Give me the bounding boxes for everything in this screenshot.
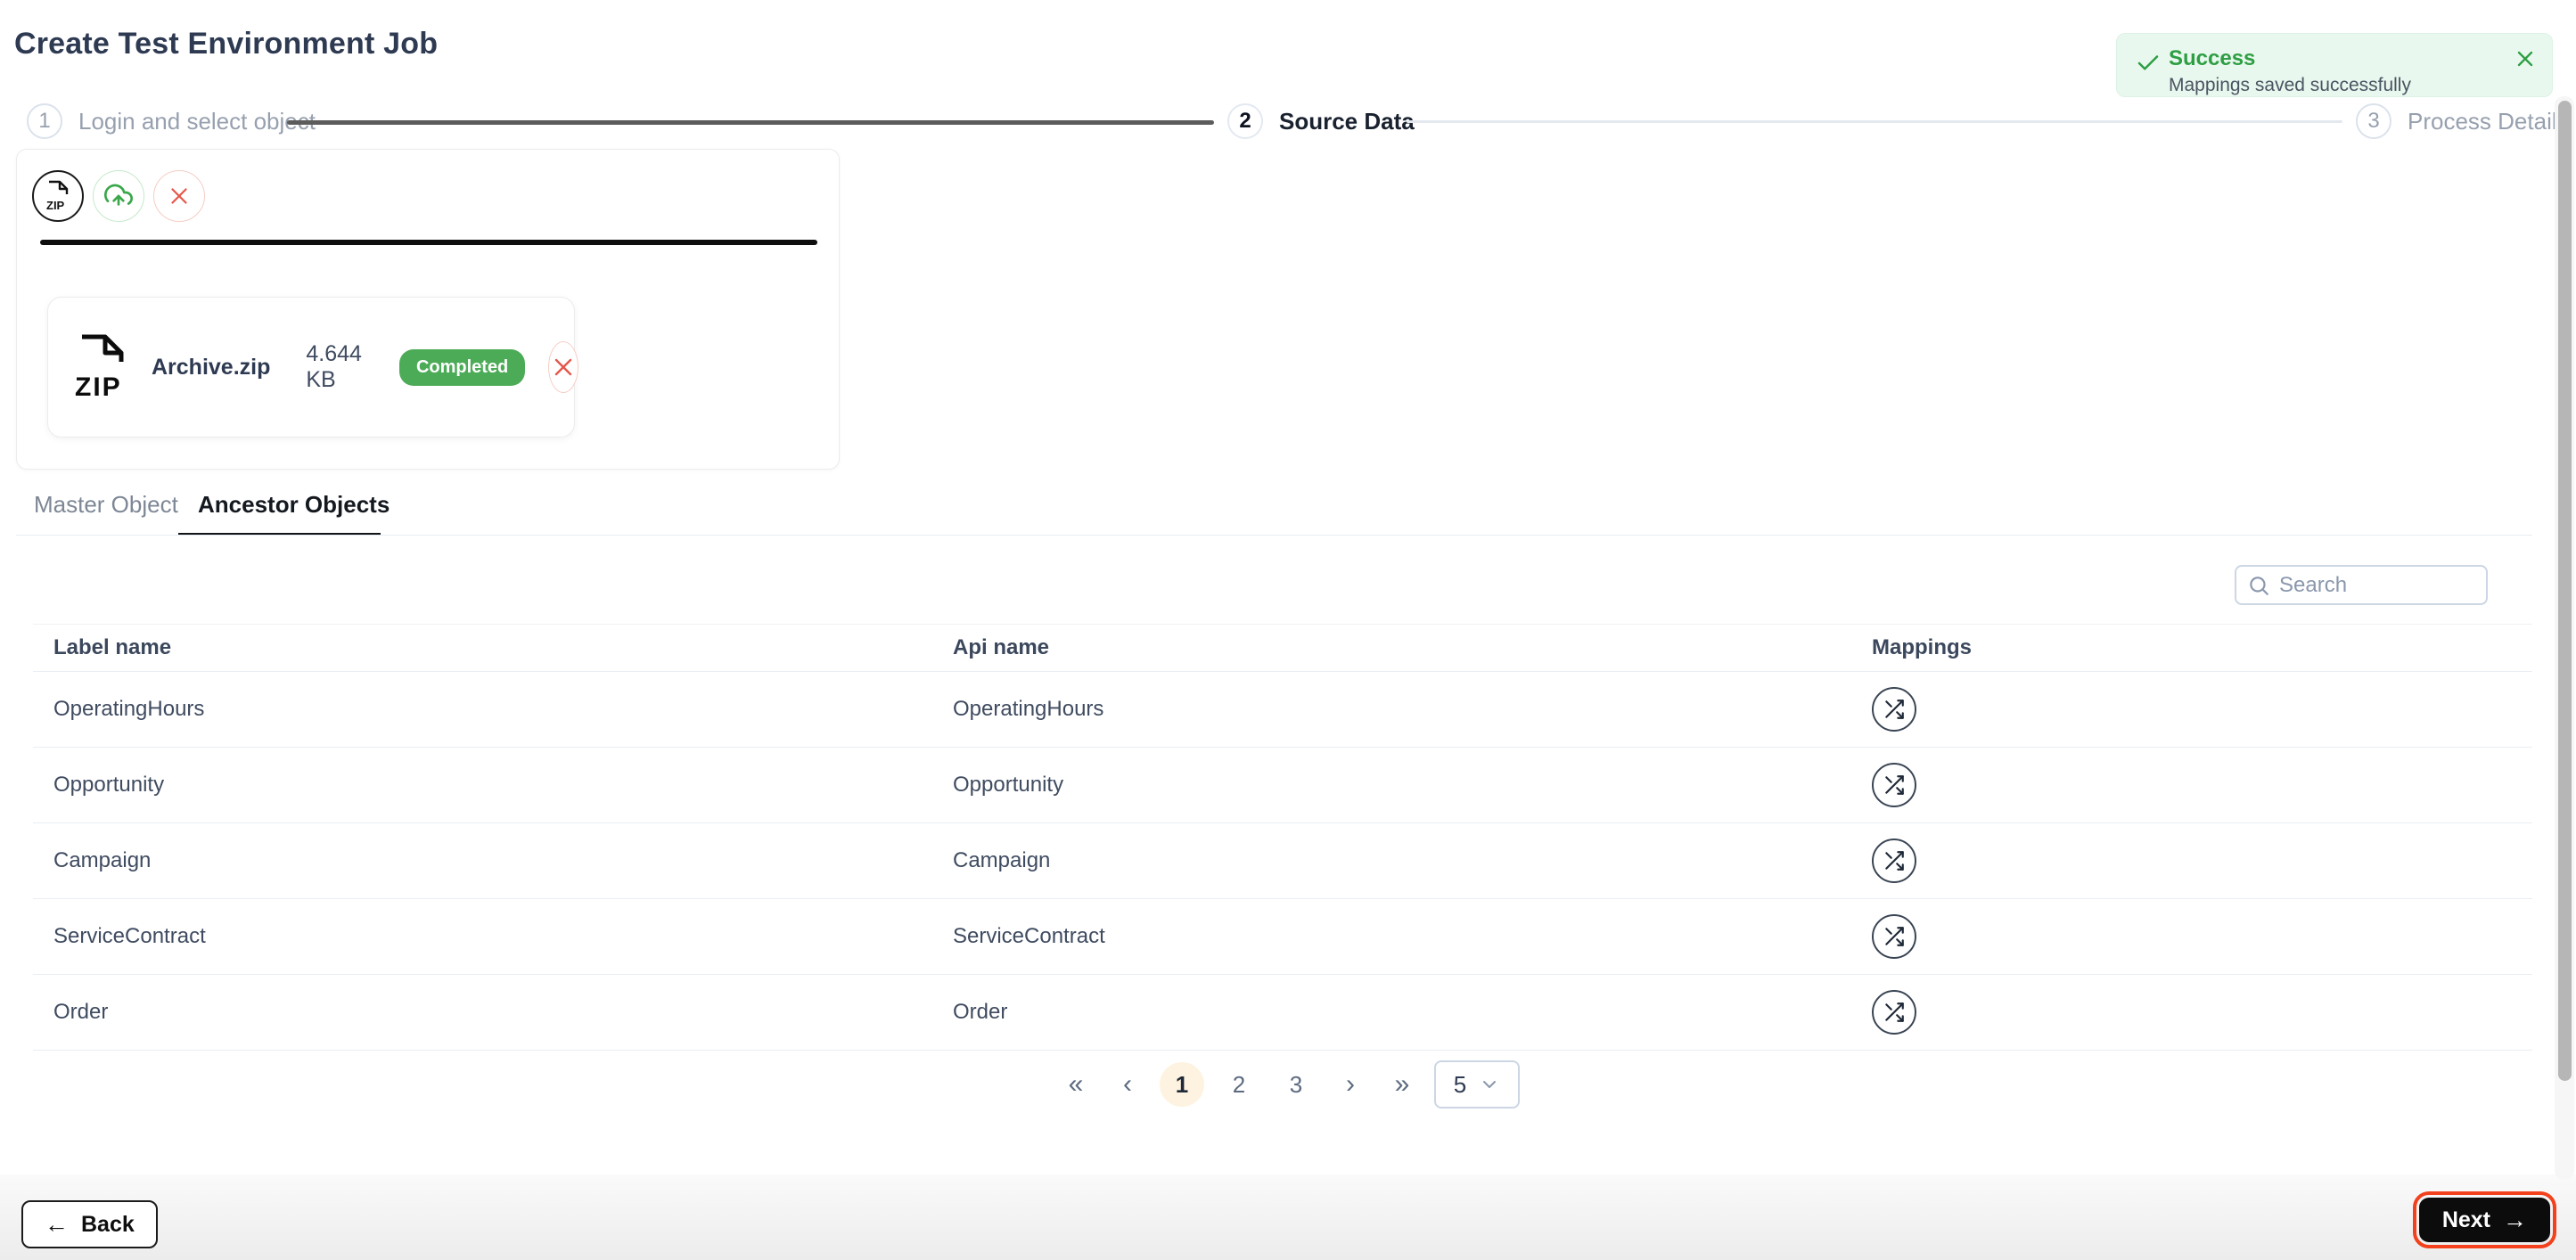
label-name-cell: OperatingHours (53, 697, 205, 721)
tabs-divider (16, 535, 2532, 536)
pagination: « ‹ 1 2 3 › » 5 (1056, 1060, 1520, 1109)
page-size-select[interactable]: 5 (1434, 1060, 1520, 1109)
stepper: 1 Login and select object 2 Source Data … (0, 103, 2576, 143)
file-name: Archive.zip (152, 354, 271, 380)
api-name-cell: Order (953, 1000, 1008, 1024)
table-row: Campaign Campaign (33, 823, 2532, 899)
mapping-shuffle-button[interactable] (1872, 763, 1916, 807)
close-icon[interactable] (2513, 46, 2538, 71)
back-button-label: Back (81, 1211, 135, 1237)
next-button[interactable]: Next → (2418, 1198, 2550, 1242)
table-row: ServiceContract ServiceContract (33, 899, 2532, 975)
zip-file-icon[interactable]: ZIP (32, 170, 84, 222)
first-page-button[interactable]: « (1056, 1062, 1095, 1107)
api-name-cell: Campaign (953, 848, 1051, 872)
mapping-shuffle-button[interactable] (1872, 990, 1916, 1035)
mapping-shuffle-button[interactable] (1872, 687, 1916, 732)
mapping-shuffle-button[interactable] (1872, 839, 1916, 883)
check-icon (2135, 50, 2162, 77)
page-button-3[interactable]: 3 (1274, 1062, 1318, 1107)
success-toast: Success Mappings saved successfully (2116, 33, 2553, 97)
search-icon (2247, 574, 2270, 597)
remove-upload-icon[interactable] (153, 170, 205, 222)
uploaded-file-card: ZIP Archive.zip 4.644 KB Completed (47, 297, 579, 438)
arrow-left-icon: ← (45, 1210, 69, 1238)
upload-card: ZIP ZIP Archive.zip 4.644 KB Completed (16, 149, 840, 470)
next-button-focus-ring: Next → (2412, 1191, 2556, 1248)
toast-title: Success (2169, 46, 2256, 70)
label-name-cell: ServiceContract (53, 924, 206, 948)
table-row: Order Order (33, 975, 2532, 1051)
step-number: 3 (2356, 103, 2391, 139)
upload-actions: ZIP (32, 170, 205, 222)
page-size-value: 5 (1453, 1070, 1467, 1098)
tab-master-object[interactable]: Master Object (34, 491, 178, 519)
next-button-label: Next (2441, 1207, 2490, 1232)
last-page-button[interactable]: » (1382, 1062, 1422, 1107)
toast-message: Mappings saved successfully (2169, 75, 2411, 95)
ancestor-objects-table: Label name Api name Mappings OperatingHo… (33, 624, 2532, 1051)
stepper-connector-completed (287, 120, 1214, 125)
step-label: Source Data (1279, 107, 1415, 135)
mapping-shuffle-button[interactable] (1872, 914, 1916, 959)
table-header: Label name Api name Mappings (33, 624, 2532, 672)
page-button-2[interactable]: 2 (1217, 1062, 1261, 1107)
step-source-data[interactable]: 2 Source Data (1227, 103, 1415, 139)
label-name-cell: Campaign (53, 848, 152, 872)
table-row: OperatingHours OperatingHours (33, 672, 2532, 748)
tab-ancestor-objects[interactable]: Ancestor Objects (198, 491, 390, 519)
stepper-connector-upcoming (1407, 120, 2342, 123)
search-input[interactable] (2279, 572, 2475, 598)
label-name-cell: Opportunity (53, 773, 165, 797)
step-number: 2 (1227, 103, 1263, 139)
api-name-cell: OperatingHours (953, 697, 1104, 721)
footer-bar (0, 1174, 2576, 1260)
remove-file-button[interactable] (548, 341, 579, 393)
back-button[interactable]: ← Back (21, 1200, 158, 1248)
column-header-mappings: Mappings (1872, 635, 1972, 659)
page-title: Create Test Environment Job (14, 27, 439, 61)
search-box (2235, 565, 2488, 605)
file-size: 4.644 KB (306, 341, 362, 392)
column-header-api-name: Api name (953, 635, 1050, 659)
svg-text:ZIP: ZIP (46, 199, 65, 212)
label-name-cell: Order (53, 1000, 109, 1024)
object-tabs: Master Object Ancestor Objects (0, 486, 2576, 536)
scrollbar-thumb[interactable] (2558, 101, 2572, 1081)
chevron-down-icon (1479, 1074, 1500, 1095)
api-name-cell: ServiceContract (953, 924, 1105, 948)
page-button-1[interactable]: 1 (1160, 1062, 1204, 1107)
cloud-upload-icon[interactable] (93, 170, 144, 222)
svg-text:ZIP: ZIP (75, 372, 122, 402)
table-row: Opportunity Opportunity (33, 748, 2532, 823)
previous-page-button[interactable]: ‹ (1108, 1062, 1147, 1107)
step-process-details[interactable]: 3 Process Details (2356, 103, 2569, 139)
scrollbar-track (2555, 96, 2574, 1180)
next-page-button[interactable]: › (1331, 1062, 1370, 1107)
arrow-right-icon: → (2503, 1206, 2527, 1233)
step-login-and-select-object[interactable]: 1 Login and select object (27, 103, 316, 139)
step-label: Login and select object (78, 107, 316, 135)
status-badge: Completed (398, 348, 526, 386)
column-header-label-name: Label name (53, 635, 172, 659)
create-test-environment-job-page: Create Test Environment Job Success Mapp… (0, 0, 2576, 1260)
upload-progress-bar (40, 240, 817, 245)
api-name-cell: Opportunity (953, 773, 1064, 797)
step-number: 1 (27, 103, 62, 139)
step-label: Process Details (2408, 107, 2569, 135)
zip-file-icon: ZIP (73, 331, 128, 403)
